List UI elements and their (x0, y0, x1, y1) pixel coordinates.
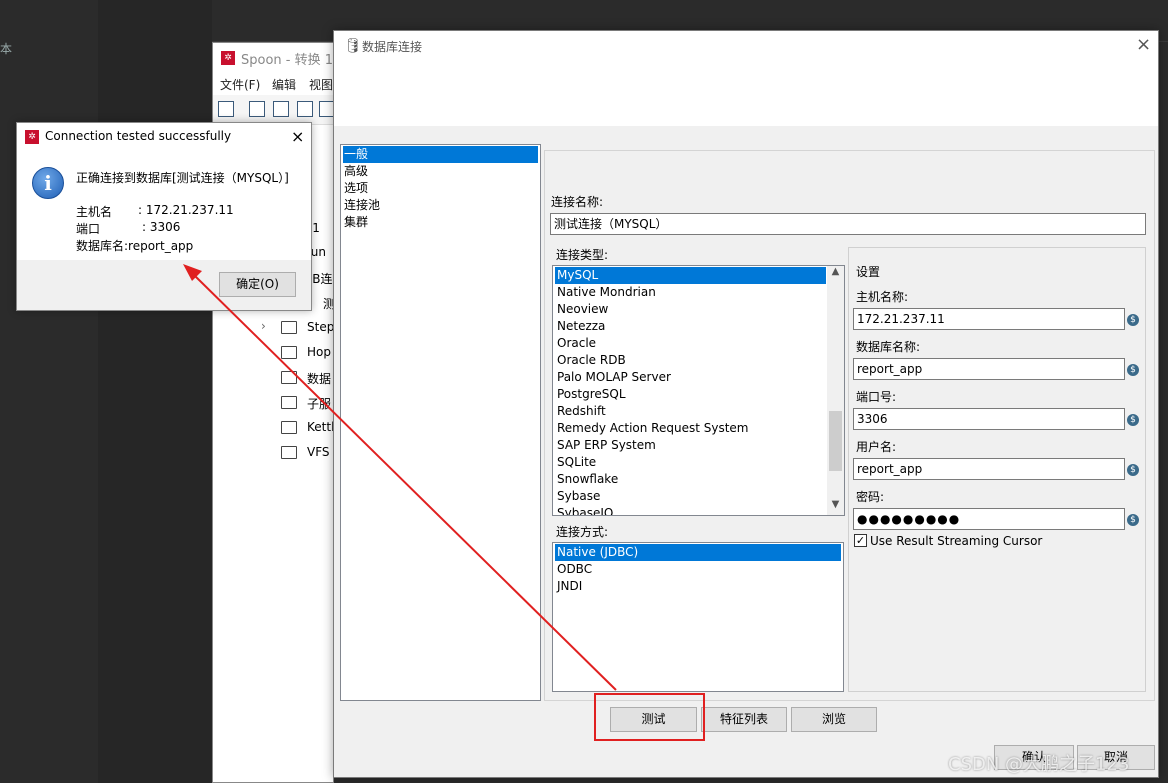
annotation-arrow-head (183, 264, 202, 281)
annotation-arrow-line (192, 273, 617, 691)
watermark: CSDN @大鹏之子123 (948, 754, 1130, 775)
annotation-arrow (183, 264, 617, 691)
